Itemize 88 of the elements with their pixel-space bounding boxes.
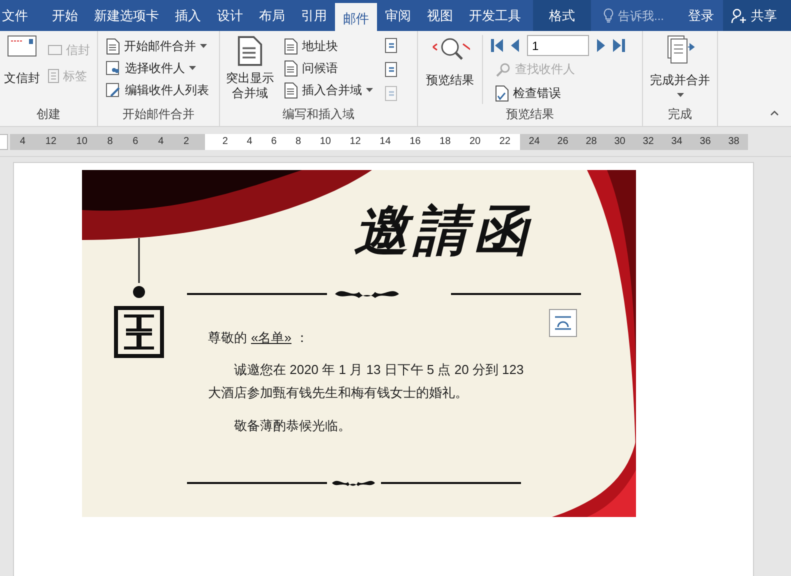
caret-icon bbox=[200, 44, 207, 48]
invitation-paragraph: 诚邀您在 2020 年 1 月 13 日下午 5 点 20 分到 123 大酒店参加甄有钱先生和梅有钱女士的婚礼。 bbox=[208, 360, 525, 402]
ribbon-tab[interactable]: 开始 bbox=[44, 0, 86, 31]
ribbon-tab[interactable]: 视图 bbox=[419, 0, 461, 31]
ribbon-tab[interactable]: 新建选项卡 bbox=[86, 0, 167, 31]
ruler-number: 12 bbox=[350, 135, 361, 149]
ruler-number: 12 bbox=[45, 135, 56, 149]
colon-text: ： bbox=[295, 329, 308, 347]
ruler-number: 2 bbox=[183, 135, 190, 149]
sign-in-link[interactable]: 登录 bbox=[684, 6, 718, 26]
collapse-ribbon-icon[interactable] bbox=[770, 110, 779, 116]
ribbon-tab[interactable]: 格式 bbox=[533, 0, 591, 31]
ruler-number: 32 bbox=[642, 135, 654, 149]
group-label: 预览结果 bbox=[505, 106, 555, 123]
ribbon-tab[interactable]: 设计 bbox=[209, 0, 251, 31]
ribbon-tab[interactable]: 审阅 bbox=[377, 0, 419, 31]
check-document-icon bbox=[495, 84, 509, 102]
ruler-number: 22 bbox=[499, 135, 510, 149]
ruler-number: 10 bbox=[76, 135, 88, 149]
ruler-number: 6 bbox=[132, 135, 138, 149]
ruler-number: 28 bbox=[586, 135, 597, 149]
ruler-number: 20 bbox=[469, 135, 481, 149]
ribbon-button[interactable]: 文信封 bbox=[4, 35, 40, 87]
ribbon-tab[interactable]: 开发工具 bbox=[461, 0, 529, 31]
person-add-icon bbox=[731, 8, 747, 24]
ribbon-tab[interactable]: 插入 bbox=[167, 0, 209, 31]
document-icon bbox=[284, 82, 298, 98]
share-button[interactable]: 共享 bbox=[723, 0, 791, 31]
caret-icon bbox=[676, 93, 684, 97]
first-record-icon[interactable] bbox=[491, 39, 503, 52]
ruler-number: 4 bbox=[158, 135, 164, 149]
envelope-icon bbox=[48, 45, 62, 55]
ruler-number: 14 bbox=[380, 135, 391, 149]
ruler-number: 16 bbox=[410, 135, 421, 149]
ribbon-button[interactable]: 检查错误 bbox=[491, 82, 625, 104]
ruler-number: 26 bbox=[557, 135, 568, 149]
group-label: 编写和插入域 bbox=[282, 106, 356, 123]
envelope-icon bbox=[7, 35, 37, 57]
tell-me-field[interactable]: 告诉我... bbox=[618, 6, 676, 24]
invitation-paragraph: 敬备薄酌恭候光临。 bbox=[233, 416, 352, 434]
group-label: 创建 bbox=[36, 106, 62, 123]
next-record-icon[interactable] bbox=[595, 39, 607, 52]
caret-icon bbox=[189, 66, 196, 70]
ruler-number: 34 bbox=[671, 135, 682, 149]
ruler-number: 2 bbox=[222, 135, 228, 149]
ribbon-button[interactable]: 问候语 bbox=[280, 57, 377, 79]
caret-icon bbox=[366, 88, 373, 92]
layout-options-icon[interactable] bbox=[549, 309, 577, 337]
people-icon bbox=[106, 60, 121, 76]
ribbon-tab[interactable]: 文件 bbox=[0, 0, 44, 31]
lightbulb-icon bbox=[603, 8, 614, 23]
ruler-number: 18 bbox=[440, 135, 451, 149]
ribbon-button[interactable]: 编辑收件人列表 bbox=[102, 79, 213, 101]
group-label: 完成 bbox=[667, 106, 693, 123]
label-sheet-icon bbox=[48, 69, 59, 83]
ribbon-button[interactable]: 突出显示合并域 bbox=[224, 35, 276, 101]
search-icon bbox=[495, 62, 511, 76]
group-label: 开始邮件合并 bbox=[122, 106, 196, 123]
ruler-number: 4 bbox=[20, 135, 26, 149]
merge-field: «名单» bbox=[247, 328, 296, 348]
invitation-title: 邀請函 bbox=[354, 196, 535, 264]
ruler-number: 36 bbox=[700, 135, 711, 149]
ribbon-button[interactable]: 开始邮件合并 bbox=[102, 35, 213, 57]
document-icon bbox=[284, 38, 298, 54]
ruler-number: 6 bbox=[271, 135, 277, 149]
ribbon-tab[interactable]: 邮件 bbox=[335, 3, 377, 34]
ribbon-button[interactable]: 插入合并域 bbox=[280, 79, 377, 101]
ruler-number: 8 bbox=[295, 135, 302, 149]
ribbon-button[interactable]: 预览结果 bbox=[422, 35, 478, 89]
ribbon-tab[interactable]: 布局 bbox=[251, 0, 293, 31]
ribbon-button[interactable]: 完成并合并 bbox=[647, 35, 713, 97]
previous-record-icon[interactable] bbox=[509, 39, 521, 52]
ruler-number: 24 bbox=[528, 135, 540, 149]
ruler-number: 10 bbox=[320, 135, 331, 149]
salutation-text: 尊敬的 bbox=[208, 329, 247, 347]
ruler-number: 38 bbox=[728, 135, 740, 149]
ribbon-tab[interactable]: 引用 bbox=[293, 0, 335, 31]
edit-list-icon bbox=[106, 82, 121, 98]
ribbon-button[interactable]: 地址块 bbox=[280, 35, 377, 57]
document-icon bbox=[237, 35, 263, 67]
ribbon-button[interactable]: 选择收件人 bbox=[102, 57, 213, 79]
document-icon bbox=[106, 38, 120, 54]
record-number-field[interactable]: 1 bbox=[527, 35, 589, 56]
ruler-number: 30 bbox=[614, 135, 626, 149]
last-record-icon[interactable] bbox=[613, 39, 625, 52]
ruler-number: 4 bbox=[246, 135, 252, 149]
document-icon bbox=[284, 60, 298, 76]
ruler-number: 8 bbox=[107, 135, 113, 149]
